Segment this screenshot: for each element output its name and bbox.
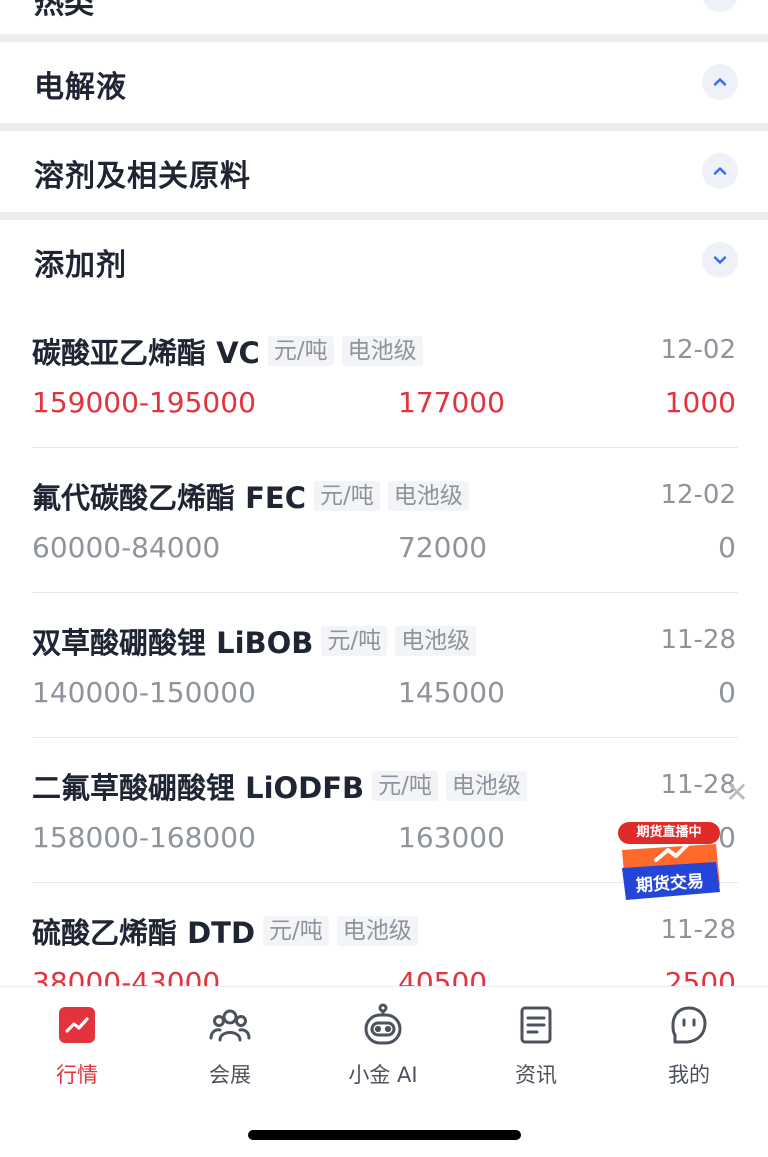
section-header-partial[interactable]: 热类 <box>0 0 768 34</box>
grade-tag: 电池级 <box>336 916 418 946</box>
grade-tag: 电池级 <box>387 481 469 511</box>
price-change: 0 <box>718 676 736 709</box>
grade-tag: 电池级 <box>341 336 423 366</box>
tab-label: 会展 <box>209 1063 251 1087</box>
tab-label: 资讯 <box>515 1063 557 1087</box>
item-name: 硫酸乙烯酯 DTD <box>32 916 256 950</box>
document-icon <box>514 1003 558 1047</box>
tab-exhibition[interactable]: 会展 <box>175 1003 285 1093</box>
average-price: 145000 <box>398 676 505 709</box>
robot-icon <box>361 1003 405 1047</box>
grade-tag: 电池级 <box>395 626 477 656</box>
section-title: 电解液 <box>34 70 127 105</box>
grade-tag: 电池级 <box>445 771 527 801</box>
unit-tag: 元/吨 <box>267 336 334 366</box>
price-change: 0 <box>718 531 736 564</box>
average-price: 163000 <box>398 821 505 854</box>
unit-tag: 元/吨 <box>321 626 388 656</box>
home-indicator <box>248 1130 521 1140</box>
item-name: 碳酸亚乙烯酯 VC <box>32 336 260 370</box>
section-header-electrolyte[interactable]: 电解液 <box>0 42 768 126</box>
unit-tag: 元/吨 <box>263 916 329 946</box>
section-title: 添加剂 <box>34 248 127 283</box>
section-title: 溶剂及相关原料 <box>34 159 251 194</box>
price-change: 1000 <box>664 386 736 419</box>
average-price: 177000 <box>398 386 505 419</box>
tab-news[interactable]: 资讯 <box>481 1003 591 1093</box>
item-name: 氟代碳酸乙烯酯 FEC <box>32 481 306 515</box>
people-icon <box>208 1003 252 1047</box>
item-name: 双草酸硼酸锂 LiBOB <box>32 626 314 660</box>
price-range: 159000-195000 <box>32 386 256 419</box>
section-header-additive[interactable]: 添加剂 <box>0 220 768 304</box>
tab-ai[interactable]: 小金 AI <box>328 1003 438 1093</box>
price-item[interactable]: 双草酸硼酸锂 LiBOB 元/吨 电池级 11-28 140000-150000… <box>32 593 738 738</box>
chevron-up-icon[interactable] <box>702 64 738 100</box>
futures-live-banner[interactable]: 期货直播中 期货交易 <box>616 820 724 902</box>
tab-label: 行情 <box>56 1063 98 1087</box>
chevron-up-icon[interactable] <box>702 0 738 12</box>
price-range: 140000-150000 <box>32 676 256 709</box>
profile-chat-icon <box>667 1003 711 1047</box>
futures-live-badge: 期货直播中 <box>636 825 702 840</box>
tab-market[interactable]: 行情 <box>22 1003 132 1093</box>
unit-tag: 元/吨 <box>372 771 438 801</box>
item-date: 11-28 <box>660 915 736 945</box>
price-item[interactable]: 氟代碳酸乙烯酯 FEC 元/吨 电池级 12-02 60000-84000 72… <box>32 448 738 593</box>
item-name: 二氟草酸硼酸锂 LiODFB <box>32 771 365 805</box>
average-price: 72000 <box>398 531 488 564</box>
chevron-down-icon[interactable] <box>702 242 738 278</box>
price-item[interactable]: 碳酸亚乙烯酯 VC 元/吨 电池级 12-02 159000-195000 17… <box>32 303 738 448</box>
section-title-partial: 热类 <box>34 0 94 21</box>
tab-mine[interactable]: 我的 <box>634 1003 744 1093</box>
section-divider <box>0 123 768 131</box>
tab-label: 小金 AI <box>348 1063 418 1087</box>
chevron-up-icon[interactable] <box>702 153 738 189</box>
section-header-solvent[interactable]: 溶剂及相关原料 <box>0 131 768 215</box>
chart-trend-icon <box>55 1003 99 1047</box>
tab-label: 我的 <box>668 1063 710 1087</box>
section-divider <box>0 34 768 42</box>
section-divider <box>0 212 768 220</box>
close-icon[interactable]: ✕ <box>722 778 752 808</box>
price-range: 158000-168000 <box>32 821 256 854</box>
item-date: 11-28 <box>660 625 736 655</box>
price-range: 60000-84000 <box>32 531 221 564</box>
item-date: 12-02 <box>660 480 736 510</box>
item-date: 12-02 <box>660 335 736 365</box>
unit-tag: 元/吨 <box>314 481 380 511</box>
